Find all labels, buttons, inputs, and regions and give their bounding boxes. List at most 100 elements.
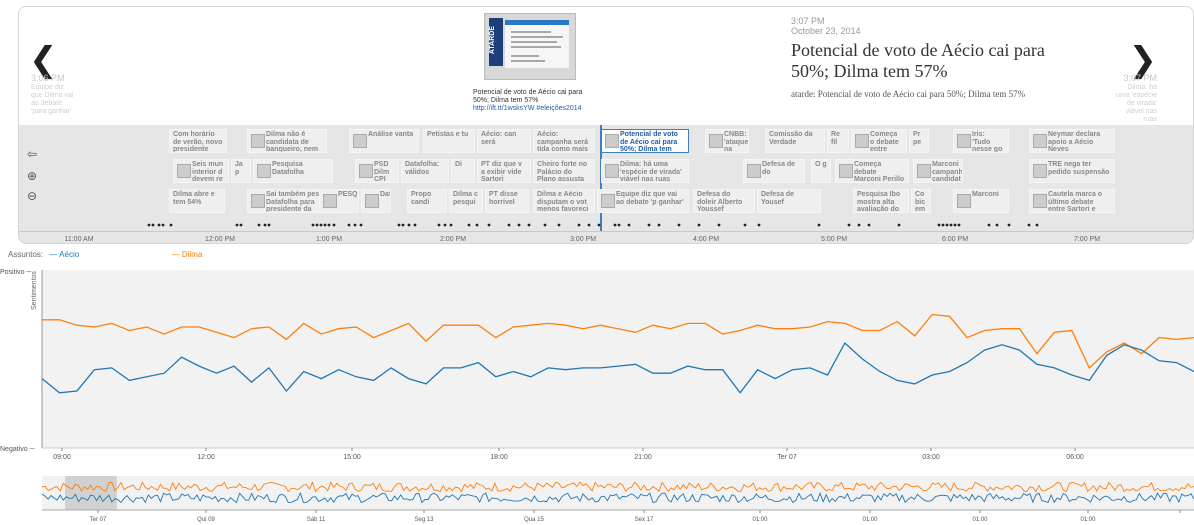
timeline-marker[interactable]: CNBB: 'ataque na cam — [705, 129, 749, 153]
timeline-marker[interactable]: PT disse horrível — [485, 189, 529, 213]
timeline-marker[interactable]: Pesquisa Datafolha — [253, 159, 333, 183]
context-x-tick-label: 01:00 — [862, 517, 878, 523]
timeline-marker[interactable]: Equipe diz que vai ao debate 'p ganhar' — [597, 189, 689, 213]
legend-dilma[interactable]: — Dilma — [172, 250, 207, 259]
timeline-tick-label: 12:00 PM — [205, 236, 235, 243]
event-dot — [817, 223, 821, 227]
timeline-marker[interactable]: Com horário de verão, novo presidente — [169, 129, 227, 153]
x-tick-label: 12:00 — [197, 454, 215, 461]
timeline-marker[interactable]: Defesa de Yousef — [757, 189, 821, 213]
timeline-marker[interactable]: Dilma e Aécio disputam o vot menos favor… — [533, 189, 595, 213]
zoom-out-icon[interactable]: ⊖ — [23, 187, 41, 205]
timeline-marker[interactable]: Análise vanta — [349, 129, 419, 153]
event-dot — [407, 223, 411, 227]
event-dot — [319, 223, 323, 227]
previous-slide-time[interactable]: 3:06 PM — [31, 73, 65, 83]
plot-area — [42, 270, 1194, 448]
timeline-marker[interactable]: PT diz que v a exibir vide Sartori — [477, 159, 531, 183]
slide-media-image[interactable]: ATARDE — [484, 13, 576, 80]
event-dot — [677, 223, 681, 227]
overview-context-chart[interactable]: Ter 07 Qui 09 Sáb 11 Seg 13 Qua 15 Sex 17 01:0… — [0, 474, 1194, 525]
timeline-marker[interactable]: Aécio: campanha será tida como mais baix… — [533, 129, 595, 153]
legend-aecio[interactable]: — Aécio — [49, 250, 83, 259]
timeline-marker[interactable]: Cheiro forte no Palácio do Plano assusta… — [533, 159, 595, 183]
media-link[interactable]: http://ift.tt/1wsksYW #eleições2014 — [473, 105, 593, 113]
timeline-marker[interactable]: Propo candi — [407, 189, 447, 213]
timeline-marker[interactable]: PESQ — [319, 189, 359, 213]
event-dot — [353, 223, 357, 227]
event-dot — [467, 223, 471, 227]
timeline-marker[interactable]: O g — [811, 159, 831, 183]
timeline-marker[interactable]: TRE nega ter pedido suspensão — [1029, 159, 1115, 183]
timeline-marker[interactable]: Aécio: can será — [477, 129, 531, 153]
timeline-tick-label: 4:00 PM — [692, 236, 720, 243]
event-dot — [627, 223, 631, 227]
context-x-tick-label: Seg 13 — [414, 517, 434, 523]
event-dot — [557, 223, 561, 227]
timeline-marker[interactable]: Marconi campanh candidat — [913, 159, 963, 183]
timeline-marker[interactable]: Re fil — [827, 129, 849, 153]
timeline-marker[interactable]: Marconi — [953, 189, 1009, 213]
timeline-widget: ❮ 3:06 PM Equipe diz que Dilma vai ao de… — [18, 6, 1194, 244]
sentiment-line-chart[interactable]: SentimentosPositivo ─ Negativo ─ 09:00 12:0… — [0, 262, 1194, 468]
context-x-tick-label: 01:00 — [752, 517, 768, 523]
event-dot — [147, 223, 151, 227]
timeline-marker[interactable]: Datafolha: válidos — [401, 159, 449, 183]
timeline-marker[interactable]: Defesa de do — [743, 159, 805, 183]
event-dot — [413, 223, 417, 227]
event-dot — [617, 223, 621, 227]
timeline-marker[interactable]: Di — [451, 159, 475, 183]
timeline-tick-label: 6:00 PM — [941, 236, 969, 243]
next-slide-text[interactable]: Dilma: há uma 'espécie de virada' viável… — [1115, 84, 1157, 124]
timeline-marker[interactable]: Começa o debate entre candidatos — [851, 129, 907, 153]
timeline-marker[interactable]: Dilma: há uma 'espécie de virada' viável… — [601, 159, 689, 183]
timeline-marker[interactable]: Defesa do doleir Alberto Youssef — [693, 189, 755, 213]
timeline-marker[interactable]: Dat — [361, 189, 391, 213]
previous-arrow-icon[interactable]: ❮ — [29, 43, 58, 77]
timeline-marker[interactable]: Seis mun interior d devem re — [173, 159, 229, 183]
context-x-tick-label: 01:00 — [1080, 517, 1096, 523]
timeline-marker[interactable]: Comissão da Verdade — [765, 129, 825, 153]
context-x-tick-label: Qui 09 — [197, 517, 215, 523]
timeline-marker[interactable]: Iris: 'Tudo nesse go — [953, 129, 1009, 153]
event-dot — [332, 223, 336, 227]
previous-slide-text[interactable]: Equipe diz que Dilma vai ao debate 'para… — [31, 84, 75, 116]
next-slide-time[interactable]: 3:07 PM — [1123, 73, 1157, 83]
event-dot — [151, 223, 155, 227]
event-dot — [957, 223, 961, 227]
event-dot — [327, 223, 331, 227]
event-dot — [647, 223, 651, 227]
timeline-marker[interactable]: Ja p — [231, 159, 251, 183]
timeline-slider: ❮ 3:06 PM Equipe diz que Dilma vai ao de… — [18, 6, 1194, 126]
timeline-marker[interactable]: Potencial de voto de Aécio cai para 50%;… — [601, 129, 689, 153]
timeline-marker[interactable]: Sai também pes Datafolha para presidente… — [247, 189, 327, 213]
event-dot — [235, 223, 239, 227]
timeline-marker[interactable]: Começa debate Marconi Perillo e Rezende — [835, 159, 909, 183]
timeline-marker[interactable]: PSD Dilm CPI — [355, 159, 399, 183]
event-dot — [323, 223, 327, 227]
event-dot — [941, 223, 945, 227]
timeline-marker[interactable]: Dilma não é candidata de banqueiro, nem … — [247, 129, 327, 153]
timeline-marker[interactable]: Co bic em — [911, 189, 931, 213]
y-axis-label: Sentimentos — [31, 271, 38, 310]
timeline-marker[interactable]: Petistas e tu — [423, 129, 475, 153]
event-dot — [527, 223, 531, 227]
timeline-marker[interactable]: Pesquisa Ibo mostra alta avaliação do — [853, 189, 909, 213]
context-x-tick-label: Sáb 11 — [307, 517, 326, 523]
timeline-marker[interactable]: Cautela marca o último debate entre Sart… — [1029, 189, 1115, 213]
zoom-in-icon[interactable]: ⊕ — [23, 167, 41, 185]
event-dot — [697, 223, 701, 227]
timeline-track-area[interactable]: ⇦ ⊕ ⊖ Com horário de verão, novo preside… — [18, 125, 1194, 244]
timeline-marker[interactable]: Pr pe — [909, 129, 929, 153]
timeline-tick-label: 7:00 PM — [1073, 236, 1101, 243]
timeline-marker[interactable]: Dilma c pesqui — [449, 189, 483, 213]
event-dot — [443, 223, 447, 227]
next-arrow-icon[interactable]: ❯ — [1129, 43, 1158, 77]
timeline-marker[interactable]: Neymar declara apoio a Aécio Neves — [1029, 129, 1115, 153]
back-icon[interactable]: ⇦ — [23, 145, 41, 163]
event-dots-strip — [147, 223, 1039, 227]
event-dot — [995, 223, 999, 227]
event-dot — [359, 223, 363, 227]
event-dot — [597, 223, 601, 227]
timeline-marker[interactable]: Dilma abre e tem 54% — [169, 189, 225, 213]
